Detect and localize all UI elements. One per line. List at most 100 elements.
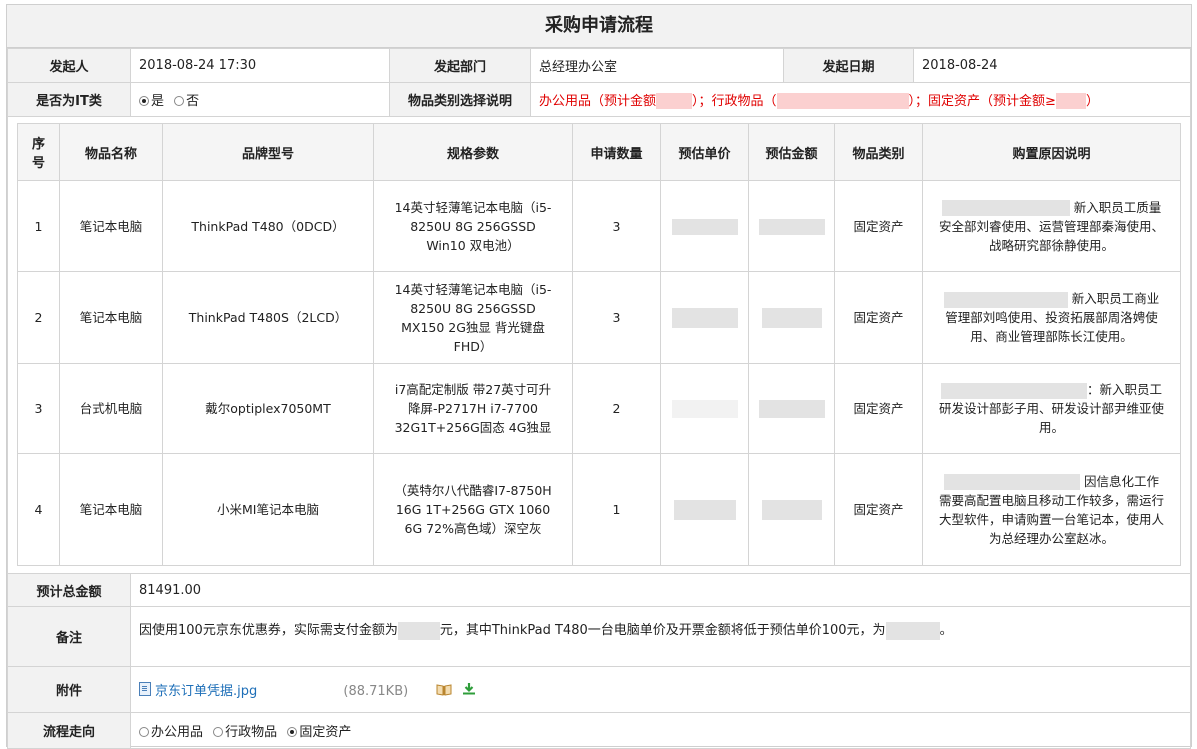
cell-name: 笔记本电脑 bbox=[59, 271, 163, 364]
category-desc-part1: 办公用品（预计金额 bbox=[539, 93, 657, 109]
cell-reason: 新入职员工商业管理部刘鸣使用、投资拓展部周洛娉使用、商业管理部陈长江使用。 bbox=[922, 271, 1181, 364]
cell-no: 3 bbox=[17, 363, 60, 454]
col-header-category: 物品类别 bbox=[834, 123, 923, 181]
cell-unit-price bbox=[660, 271, 749, 364]
cell-model: 小米MI笔记本电脑 bbox=[162, 453, 374, 566]
cell-spec: i7高配定制版 带27英寸可升降屏-P2717H i7-7700 32G1T+2… bbox=[373, 363, 573, 454]
it-no-radio[interactable] bbox=[174, 96, 185, 106]
redacted-amount bbox=[656, 93, 693, 110]
cell-model: ThinkPad T480S（2LCD） bbox=[162, 271, 374, 364]
cell-qty: 2 bbox=[572, 363, 661, 454]
cell-spec: （英特尔八代酷睿I7-8750H 16G 1T+256G GTX 1060 6G… bbox=[373, 453, 573, 566]
flow-admin-label: 行政物品 bbox=[225, 725, 278, 740]
redacted-amount bbox=[1055, 93, 1086, 110]
attachment-size: (88.71KB) bbox=[343, 683, 409, 699]
col-header-amount: 预估金额 bbox=[748, 123, 835, 181]
cell-category: 固定资产 bbox=[834, 363, 923, 454]
cell-amount bbox=[748, 180, 835, 272]
cell-category: 固定资产 bbox=[834, 453, 923, 566]
redacted-amount bbox=[758, 400, 825, 419]
initiator-value: 2018-08-24 17:30 bbox=[130, 48, 390, 83]
cell-no: 4 bbox=[17, 453, 60, 566]
col-header-name: 物品名称 bbox=[59, 123, 163, 181]
preview-icon[interactable] bbox=[436, 683, 452, 700]
cell-unit-price bbox=[660, 453, 749, 566]
cell-qty: 1 bbox=[572, 453, 661, 566]
file-icon bbox=[139, 681, 151, 696]
cell-qty: 3 bbox=[572, 271, 661, 364]
form-title: 采购申请流程 bbox=[7, 5, 1191, 48]
attachment-label: 附件 bbox=[7, 666, 131, 713]
total-value: 81491.00 bbox=[130, 573, 1191, 607]
download-icon[interactable] bbox=[462, 682, 476, 699]
col-header-reason: 购置原因说明 bbox=[922, 123, 1181, 181]
items-table: 序号 物品名称 品牌型号 规格参数 申请数量 预估单价 预估金额 物品类别 购置… bbox=[17, 123, 1181, 566]
col-header-model: 品牌型号 bbox=[162, 123, 374, 181]
date-label: 发起日期 bbox=[783, 48, 914, 83]
flow-fixed-asset-radio[interactable] bbox=[287, 727, 298, 737]
redacted-amount bbox=[397, 621, 440, 640]
cell-reason: 因信息化工作需要高配置电脑且移动工作较多，需运行大型软件，申请购置一台笔记本，使… bbox=[922, 453, 1181, 566]
category-desc-part4: ） bbox=[1085, 93, 1099, 109]
flow-radio-group: 办公用品 行政物品 固定资产 bbox=[130, 712, 1191, 749]
remark-part2: 元，其中ThinkPad T480一台电脑单价及开票金额将低于预估单价100元，… bbox=[439, 623, 886, 638]
cell-model: 戴尔optiplex7050MT bbox=[162, 363, 374, 454]
cell-qty: 3 bbox=[572, 180, 661, 272]
category-desc-part3: ）；固定资产（预计金额≥ bbox=[908, 93, 1056, 109]
redacted-amount bbox=[776, 93, 909, 110]
remark-label: 备注 bbox=[7, 606, 131, 667]
redacted-amount bbox=[758, 219, 825, 235]
category-label: 物品类别选择说明 bbox=[389, 82, 531, 117]
items-section: 序号 物品名称 品牌型号 规格参数 申请数量 预估单价 预估金额 物品类别 购置… bbox=[7, 117, 1191, 573]
dept-label: 发起部门 bbox=[389, 48, 531, 83]
redacted-amount bbox=[671, 219, 738, 235]
table-row: 1 笔记本电脑 ThinkPad T480（0DCD） 14英寸轻薄笔记本电脑（… bbox=[17, 180, 1181, 272]
cell-reason: ：新入职员工研发设计部彭子用、研发设计部尹维亚使用。 bbox=[922, 363, 1181, 454]
col-header-no: 序号 bbox=[17, 123, 60, 181]
flow-office-radio[interactable] bbox=[139, 727, 149, 737]
redacted-amount bbox=[671, 400, 738, 419]
attachment-value: 京东订单凭据.jpg (88.71KB) bbox=[130, 666, 1191, 713]
table-row: 2 笔记本电脑 ThinkPad T480S（2LCD） 14英寸轻薄笔记本电脑… bbox=[17, 271, 1181, 364]
dept-value: 总经理办公室 bbox=[530, 48, 784, 83]
it-radio-group: 是 否 bbox=[130, 82, 390, 117]
cell-category: 固定资产 bbox=[834, 271, 923, 364]
attachment-link[interactable]: 京东订单凭据.jpg bbox=[155, 684, 257, 699]
col-header-qty: 申请数量 bbox=[572, 123, 661, 181]
cell-spec: 14英寸轻薄笔记本电脑（i5-8250U 8G 256GSSD Win10 双电… bbox=[373, 180, 573, 272]
cell-amount bbox=[748, 271, 835, 364]
it-no-label: 否 bbox=[186, 94, 200, 109]
category-desc-part2: ）；行政物品（ bbox=[692, 93, 777, 109]
footer-table: 预计总金额 81491.00 备注 因使用100元京东优惠券，实际需支付金额为 元… bbox=[7, 573, 1191, 749]
cell-no: 1 bbox=[17, 180, 60, 272]
table-row: 3 台式机电脑 戴尔optiplex7050MT i7高配定制版 带27英寸可升… bbox=[17, 363, 1181, 454]
cell-name: 台式机电脑 bbox=[59, 363, 163, 454]
redacted-amount bbox=[671, 307, 738, 328]
cell-no: 2 bbox=[17, 271, 60, 364]
remark-part1: 因使用100元京东优惠券，实际需支付金额为 bbox=[139, 623, 398, 638]
redacted-text bbox=[941, 200, 1070, 216]
date-value: 2018-08-24 bbox=[913, 48, 1191, 83]
table-row: 4 笔记本电脑 小米MI笔记本电脑 （英特尔八代酷睿I7-8750H 16G 1… bbox=[17, 453, 1181, 566]
redacted-amount bbox=[885, 621, 940, 640]
redacted-text bbox=[943, 291, 1068, 308]
cell-category: 固定资产 bbox=[834, 180, 923, 272]
flow-label: 流程走向 bbox=[7, 712, 131, 749]
purchase-form: 采购申请流程 发起人 2018-08-24 17:30 发起部门 总经理办公室 … bbox=[6, 4, 1192, 749]
cell-name: 笔记本电脑 bbox=[59, 453, 163, 566]
redacted-text bbox=[940, 382, 1087, 399]
redacted-amount bbox=[761, 307, 822, 328]
it-yes-radio[interactable] bbox=[139, 96, 149, 106]
cell-unit-price bbox=[660, 180, 749, 272]
flow-admin-radio[interactable] bbox=[213, 727, 224, 737]
header-table: 发起人 2018-08-24 17:30 发起部门 总经理办公室 发起日期 20… bbox=[7, 48, 1191, 117]
remark-part3: 。 bbox=[939, 623, 953, 638]
redacted-amount bbox=[761, 499, 822, 520]
cell-model: ThinkPad T480（0DCD） bbox=[162, 180, 374, 272]
cell-unit-price bbox=[660, 363, 749, 454]
cell-spec: 14英寸轻薄笔记本电脑（i5-8250U 8G 256GSSD MX150 2G… bbox=[373, 271, 573, 364]
remark-value: 因使用100元京东优惠券，实际需支付金额为 元，其中ThinkPad T480一台… bbox=[130, 606, 1191, 667]
col-header-spec: 规格参数 bbox=[373, 123, 573, 181]
flow-office-label: 办公用品 bbox=[151, 725, 204, 740]
it-yes-label: 是 bbox=[151, 94, 165, 109]
